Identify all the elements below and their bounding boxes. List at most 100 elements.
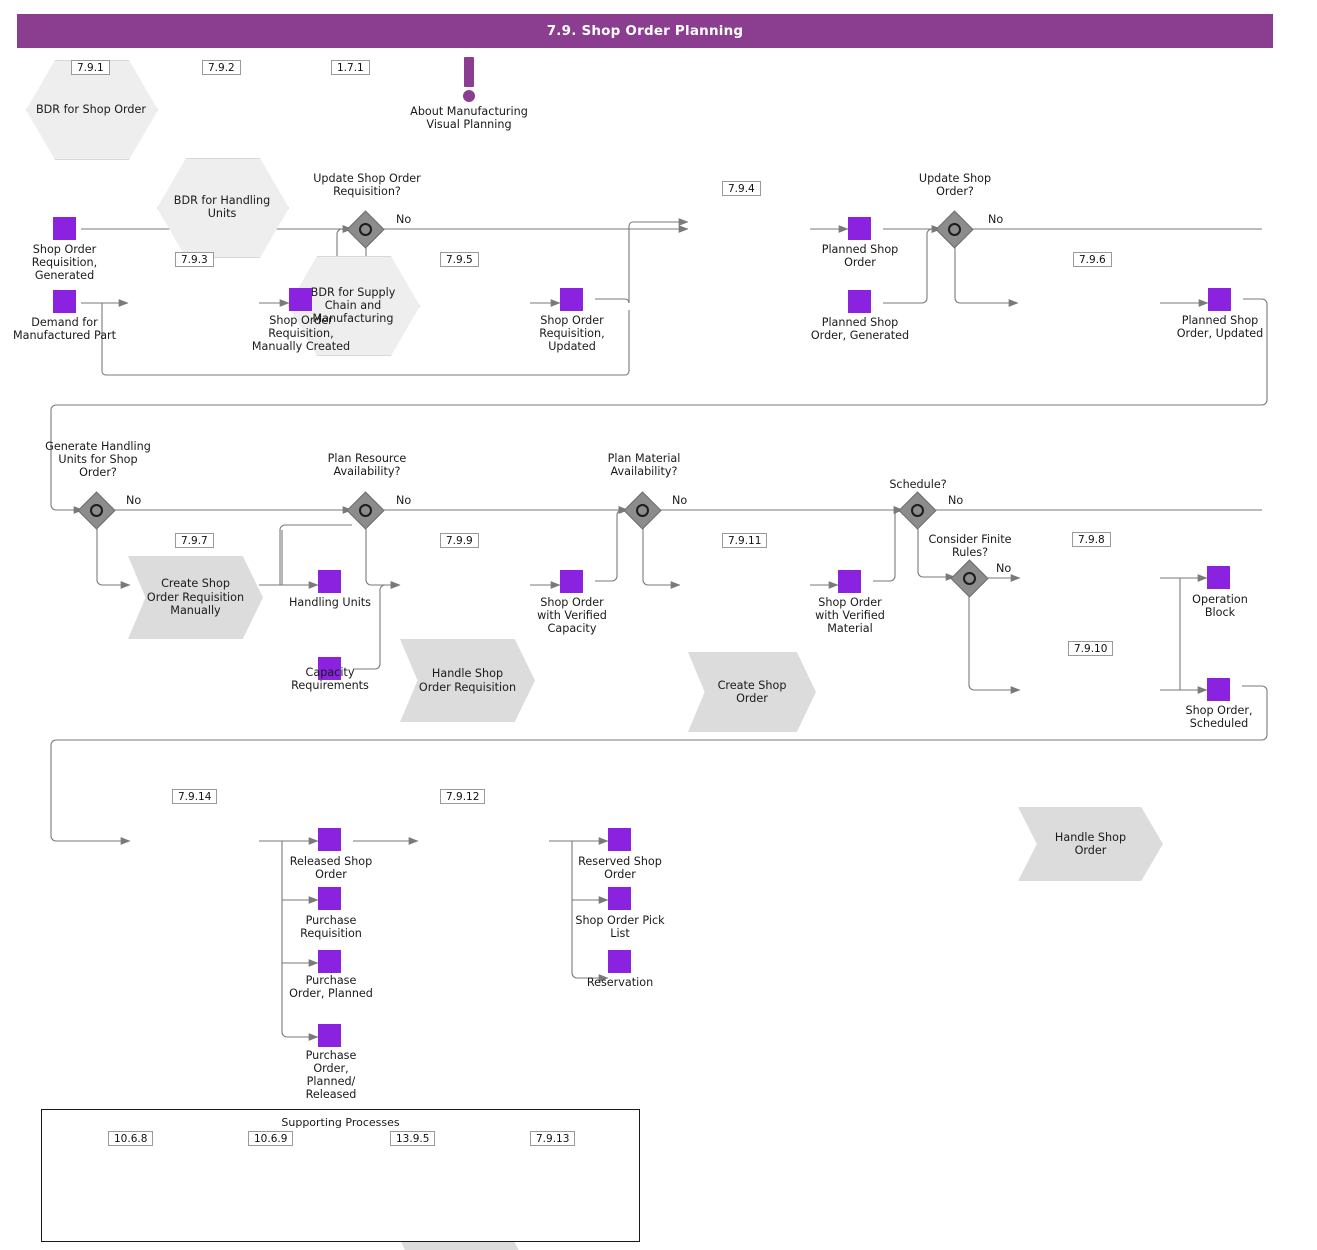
data-label: Reserved Shop Order <box>578 855 662 881</box>
data-shop-order-with-verified-capacity[interactable] <box>560 570 586 596</box>
reference-id-1-7-1: 1.7.1 <box>331 60 370 75</box>
gateway-question: Consider Finite Rules? <box>928 533 1012 559</box>
reference-id-7-9-2: 7.9.2 <box>202 60 241 75</box>
process-id-7-9-14: 7.9.14 <box>172 789 218 804</box>
gateway-ring-icon <box>948 223 961 236</box>
gateway-generate-handling-units[interactable] <box>77 491 119 533</box>
data-label: Shop Order Requisition, Updated <box>539 314 605 353</box>
gateway-branch-no: No <box>948 494 964 507</box>
process-id-7-9-13: 7.9.13 <box>530 1131 576 1146</box>
data-released-shop-order[interactable] <box>318 828 344 854</box>
data-label: Released Shop Order <box>289 855 373 881</box>
data-label: Handling Units <box>288 596 372 609</box>
data-planned-shop-order-generated[interactable] <box>848 290 874 316</box>
data-demand-for-manufactured-part[interactable] <box>53 290 79 316</box>
process-id-7-9-9: 7.9.9 <box>440 533 479 548</box>
gateway-update-shop-order-requisition[interactable] <box>346 210 388 252</box>
data-label: Planned Shop Order, Generated <box>810 316 910 342</box>
data-shop-order-requisition-updated[interactable] <box>560 288 586 314</box>
hex-label: BDR for Handling Units <box>173 194 271 220</box>
data-label: Shop Order, Scheduled <box>1185 704 1253 730</box>
reference-id-7-9-1: 7.9.1 <box>71 60 110 75</box>
process-create-shop-order-requisition-manually[interactable]: Create Shop Order Requisition Manually <box>128 556 268 644</box>
data-purchase-order-planned-released[interactable] <box>318 1024 344 1050</box>
process-label: Handle Shop Order Requisition <box>418 667 517 694</box>
process-id-7-9-10: 7.9.10 <box>1068 641 1114 656</box>
data-shop-order-scheduled[interactable] <box>1207 678 1233 704</box>
process-id-10-6-9: 10.6.9 <box>248 1131 294 1146</box>
data-label: Planned Shop Order <box>821 243 899 269</box>
data-planned-shop-order-updated[interactable] <box>1208 288 1234 314</box>
exclamation-icon <box>464 57 474 87</box>
process-diagram-canvas: 7.9. Shop Order Planning BDR for Shop Or… <box>0 0 1317 1250</box>
data-label: Purchase Order, Planned/ Released <box>305 1049 357 1101</box>
gateway-question: Update Shop Order? <box>918 172 992 198</box>
gateway-ring-icon <box>359 504 372 517</box>
gateway-ring-icon <box>963 572 976 585</box>
data-handling-units[interactable] <box>318 570 344 596</box>
data-label: Reservation <box>586 976 654 989</box>
data-label: Shop Order Requisition, Generated <box>31 243 98 282</box>
data-label: Operation Block <box>1192 593 1248 619</box>
process-id-13-9-5: 13.9.5 <box>390 1131 436 1146</box>
about-manufacturing-visual-planning[interactable]: About Manufacturing Visual Planning <box>410 57 528 131</box>
data-label: Purchase Requisition <box>300 914 362 940</box>
exclamation-dot-icon <box>463 90 475 102</box>
data-shop-order-requisition-manually-created[interactable] <box>289 288 315 314</box>
data-shop-order-requisition-generated[interactable] <box>53 217 79 243</box>
process-handle-shop-order-requisition[interactable]: Handle Shop Order Requisition <box>400 639 540 727</box>
gateway-consider-finite-rules[interactable] <box>950 559 992 601</box>
gateway-question: Plan Material Availability? <box>607 452 681 478</box>
process-id-7-9-3: 7.9.3 <box>175 252 214 267</box>
supporting-processes-title: Supporting Processes <box>281 1116 400 1129</box>
gateway-question: Generate Handling Units for Shop Order? <box>45 440 151 479</box>
data-reserved-shop-order[interactable] <box>608 828 634 854</box>
data-planned-shop-order[interactable] <box>848 217 874 243</box>
gateway-update-shop-order[interactable] <box>935 210 977 252</box>
process-handle-shop-order[interactable]: Handle Shop Order <box>1018 807 1168 886</box>
process-create-shop-order[interactable]: Create Shop Order <box>688 652 821 737</box>
process-id-7-9-6: 7.9.6 <box>1073 252 1112 267</box>
process-label: Handle Shop Order <box>1054 830 1127 858</box>
gateway-branch-no: No <box>396 494 412 507</box>
data-label: Shop Order Requisition, Manually Created <box>251 314 351 353</box>
gateway-branch-no: No <box>988 213 1004 226</box>
gateway-branch-no: No <box>996 562 1012 575</box>
data-purchase-requisition[interactable] <box>318 887 344 913</box>
gateway-branch-no: No <box>396 213 412 226</box>
gateway-question: Update Shop Order Requisition? <box>313 172 421 198</box>
gateway-ring-icon <box>911 504 924 517</box>
gateway-branch-no: No <box>672 494 688 507</box>
data-label: Capacity Requirements <box>291 666 369 692</box>
process-id-7-9-4: 7.9.4 <box>722 181 761 196</box>
process-id-7-9-8: 7.9.8 <box>1072 532 1111 547</box>
gateway-question: Plan Resource Availability? <box>327 452 407 478</box>
process-id-7-9-11: 7.9.11 <box>722 533 768 548</box>
gateway-ring-icon <box>636 504 649 517</box>
data-label: Shop Order with Verified Capacity <box>537 596 607 635</box>
gateway-schedule[interactable] <box>898 491 940 533</box>
data-label: Purchase Order, Planned <box>289 974 373 1000</box>
data-operation-block[interactable] <box>1207 566 1233 592</box>
gateway-ring-icon <box>359 223 372 236</box>
data-purchase-order-planned[interactable] <box>318 950 344 976</box>
data-label: Demand for Manufactured Part <box>12 316 117 342</box>
gateway-plan-material-availability[interactable] <box>623 491 665 533</box>
gateway-ring-icon <box>90 504 103 517</box>
process-id-10-6-8: 10.6.8 <box>108 1131 154 1146</box>
reference-bdr-handling-units[interactable]: BDR for Handling Units <box>157 158 291 260</box>
info-marker-label: About Manufacturing Visual Planning <box>410 105 528 131</box>
gateway-plan-resource-availability[interactable] <box>346 491 388 533</box>
process-label: Create Shop Order Requisition Manually <box>146 577 245 618</box>
data-reservation[interactable] <box>608 950 634 976</box>
data-label: Shop Order Pick List <box>575 914 665 940</box>
gateway-branch-no: No <box>126 494 142 507</box>
data-label: Planned Shop Order, Updated <box>1176 314 1264 340</box>
process-id-7-9-12: 7.9.12 <box>440 789 486 804</box>
process-id-7-9-7: 7.9.7 <box>175 533 214 548</box>
gateway-question: Schedule? <box>889 478 947 491</box>
process-id-7-9-5: 7.9.5 <box>440 252 479 267</box>
data-shop-order-with-verified-material[interactable] <box>838 570 864 596</box>
data-label: Shop Order with Verified Material <box>815 596 885 635</box>
data-shop-order-pick-list[interactable] <box>608 887 634 913</box>
